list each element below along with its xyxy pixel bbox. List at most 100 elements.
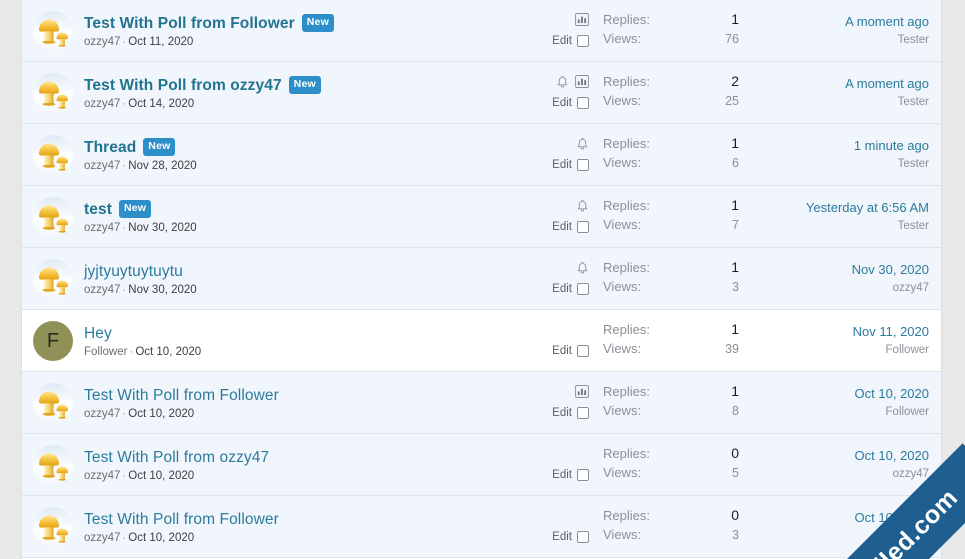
thread-title-link[interactable]: Hey	[84, 324, 112, 343]
thread-date: Nov 30, 2020	[128, 221, 197, 234]
select-thread-checkbox[interactable]	[577, 97, 589, 109]
edit-label[interactable]: Edit	[552, 97, 572, 109]
edit-controls[interactable]: Edit	[552, 527, 589, 547]
thread-title-link[interactable]: Thread	[84, 138, 136, 157]
table-row[interactable]: Test With Poll from Follower ozzy47 · Oct 1…	[22, 372, 941, 434]
avatar[interactable]	[33, 382, 73, 423]
last-post-date[interactable]: Oct 10, 2020	[855, 384, 929, 403]
last-post-date[interactable]: 1 minute ago	[854, 136, 929, 155]
select-thread-checkbox[interactable]	[577, 469, 589, 481]
table-row[interactable]: jyjtyuytuytuytu ozzy47 · Nov 30, 2020 Edit Re…	[22, 248, 941, 310]
new-badge: New	[143, 138, 176, 156]
thread-author[interactable]: ozzy47	[84, 36, 120, 48]
edit-controls[interactable]: Edit	[552, 341, 589, 361]
select-thread-checkbox[interactable]	[577, 345, 589, 357]
thread-stats-cell: Replies: 0 Views: 5	[591, 434, 751, 495]
watch-bell-icon[interactable]	[576, 137, 589, 151]
last-post-date[interactable]: Oct 10, 2020	[855, 508, 929, 527]
last-post-user[interactable]: Tester	[898, 94, 929, 111]
edit-controls[interactable]: Edit	[552, 279, 589, 299]
table-row[interactable]: Test With Poll from ozzy47 ozzy47 · Oct 10,…	[22, 434, 941, 496]
edit-controls[interactable]: Edit	[552, 403, 589, 423]
thread-stats-cell: Replies: 1 Views: 7	[591, 186, 751, 247]
table-row[interactable]: Test With Poll from ozzy47 New ozzy47 · Oct …	[22, 62, 941, 124]
table-row[interactable]: Test With Poll from Follower New ozzy47 · Oc…	[22, 0, 941, 62]
last-post-cell: Yesterday at 6:56 AM Tester	[751, 186, 941, 247]
table-row[interactable]: test New ozzy47 · Nov 30, 2020 Edit Replies: 1 V…	[22, 186, 941, 248]
select-thread-checkbox[interactable]	[577, 531, 589, 543]
edit-label[interactable]: Edit	[552, 345, 572, 357]
thread-title-link[interactable]: test	[84, 200, 112, 219]
avatar[interactable]	[33, 134, 73, 175]
thread-title-link[interactable]: Test With Poll from Follower	[84, 386, 279, 405]
thread-title-link[interactable]: jyjtyuytuytuytu	[84, 262, 183, 281]
last-post-date[interactable]: Yesterday at 6:56 AM	[806, 198, 929, 217]
thread-author[interactable]: ozzy47	[84, 222, 120, 234]
replies-line: Replies: 1	[603, 135, 751, 155]
thread-icons-cell: Edit	[529, 372, 591, 433]
thread-title-link[interactable]: Test With Poll from ozzy47	[84, 76, 282, 95]
select-thread-checkbox[interactable]	[577, 221, 589, 233]
select-thread-checkbox[interactable]	[577, 283, 589, 295]
thread-author[interactable]: ozzy47	[84, 532, 120, 544]
last-post-user[interactable]: Tester	[898, 32, 929, 49]
select-thread-checkbox[interactable]	[577, 35, 589, 47]
poll-chart-icon[interactable]	[575, 385, 589, 398]
poll-chart-icon[interactable]	[575, 75, 589, 88]
thread-title-link[interactable]: Test With Poll from Follower	[84, 14, 295, 33]
thread-stats-cell: Replies: 1 Views: 8	[591, 372, 751, 433]
edit-label[interactable]: Edit	[552, 469, 572, 481]
last-post-user[interactable]: ozzy47	[893, 280, 929, 297]
watch-bell-icon[interactable]	[576, 261, 589, 275]
last-post-user[interactable]: ozzy47	[893, 466, 929, 483]
last-post-user[interactable]: Follower	[886, 404, 929, 421]
edit-label[interactable]: Edit	[552, 531, 572, 543]
edit-label[interactable]: Edit	[552, 283, 572, 295]
thread-title-link[interactable]: Test With Poll from ozzy47	[84, 448, 269, 467]
thread-author[interactable]: Follower	[84, 346, 127, 358]
replies-count: 0	[731, 506, 739, 523]
last-post-user[interactable]: Follower	[886, 342, 929, 359]
avatar[interactable]	[33, 506, 73, 547]
edit-label[interactable]: Edit	[552, 221, 572, 233]
avatar[interactable]	[33, 196, 73, 237]
thread-author[interactable]: ozzy47	[84, 284, 120, 296]
edit-label[interactable]: Edit	[552, 159, 572, 171]
views-line: Views: 3	[603, 527, 751, 547]
last-post-user[interactable]: Tester	[898, 218, 929, 235]
thread-author[interactable]: ozzy47	[84, 160, 120, 172]
select-thread-checkbox[interactable]	[577, 407, 589, 419]
thread-title-link[interactable]: Test With Poll from Follower	[84, 510, 279, 529]
thread-author[interactable]: ozzy47	[84, 98, 120, 110]
edit-label[interactable]: Edit	[552, 407, 572, 419]
last-post-date[interactable]: Nov 11, 2020	[853, 322, 929, 341]
edit-controls[interactable]: Edit	[552, 155, 589, 175]
thread-author[interactable]: ozzy47	[84, 408, 120, 420]
avatar[interactable]	[33, 258, 73, 299]
edit-label[interactable]: Edit	[552, 35, 572, 47]
table-row[interactable]: Thread New ozzy47 · Nov 28, 2020 Edit Replies:…	[22, 124, 941, 186]
last-post-date[interactable]: A moment ago	[845, 74, 929, 93]
avatar[interactable]: F	[33, 320, 73, 361]
watch-bell-icon[interactable]	[556, 75, 569, 89]
watch-bell-icon[interactable]	[576, 199, 589, 213]
table-row[interactable]: Test With Poll from Follower ozzy47 · Oct 1…	[22, 496, 941, 558]
last-post-user[interactable]: ozzy47	[893, 528, 929, 545]
edit-controls[interactable]: Edit	[552, 93, 589, 113]
edit-controls[interactable]: Edit	[552, 31, 589, 51]
last-post-user[interactable]: Tester	[898, 156, 929, 173]
views-count: 25	[725, 93, 739, 108]
last-post-date[interactable]: A moment ago	[845, 12, 929, 31]
last-post-date[interactable]: Nov 30, 2020	[852, 260, 929, 279]
avatar[interactable]	[33, 72, 73, 113]
last-post-date[interactable]: Oct 10, 2020	[855, 446, 929, 465]
avatar[interactable]	[33, 10, 73, 51]
thread-author[interactable]: ozzy47	[84, 470, 120, 482]
avatar[interactable]	[33, 444, 73, 485]
select-thread-checkbox[interactable]	[577, 159, 589, 171]
poll-chart-icon[interactable]	[575, 13, 589, 26]
views-line: Views: 6	[603, 155, 751, 175]
table-row[interactable]: F Hey Follower · Oct 10, 2020 Edit Replies: 1 Vi…	[22, 310, 941, 372]
edit-controls[interactable]: Edit	[552, 465, 589, 485]
edit-controls[interactable]: Edit	[552, 217, 589, 237]
